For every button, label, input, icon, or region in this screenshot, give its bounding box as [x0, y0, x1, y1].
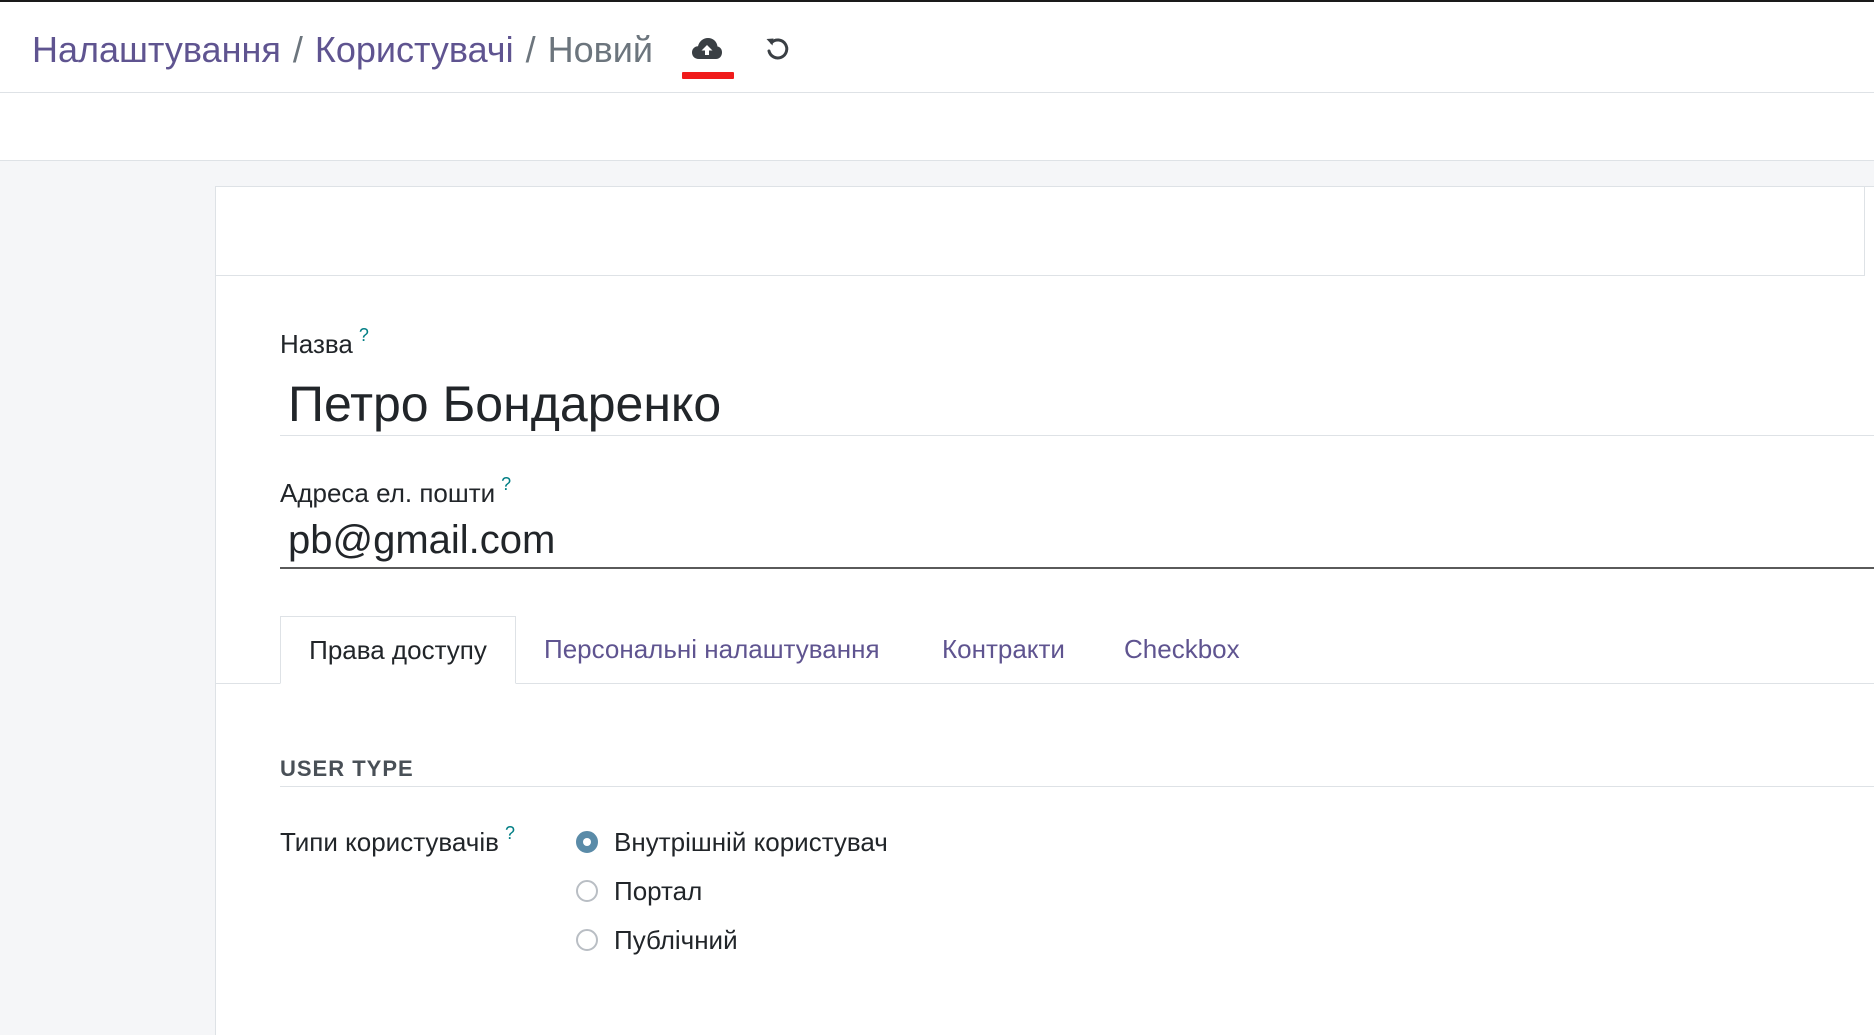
form-tabs: Права доступу Персональні налаштування К… — [216, 616, 1874, 684]
name-input[interactable]: Петро Бондаренко — [280, 365, 1874, 436]
form-sheet: Назва? Петро Бондаренко Адреса ел. пошти… — [215, 186, 1874, 1035]
radio-label: Портал — [614, 876, 703, 906]
radio-label: Внутрішній користувач — [614, 827, 888, 857]
breadcrumb-current: Новий — [547, 29, 653, 70]
tab-contracts[interactable]: Контракти — [942, 616, 1065, 682]
tab-access-rights[interactable]: Права доступу — [280, 616, 516, 684]
user-types-help-icon[interactable]: ? — [505, 823, 515, 843]
breadcrumb-settings-link[interactable]: Налаштування — [32, 29, 281, 70]
breadcrumb: Налаштування / Користувачі / Новий — [32, 28, 653, 72]
email-field[interactable]: pb@gmail.com — [280, 512, 1874, 569]
radio-label: Публічний — [614, 925, 738, 955]
undo-icon — [766, 38, 789, 60]
name-value: Петро Бондаренко — [288, 376, 722, 432]
tab-preferences[interactable]: Персональні налаштування — [544, 616, 880, 682]
user-types-label: Типи користувачів — [280, 827, 499, 857]
email-label: Адреса ел. пошти — [280, 478, 496, 508]
breadcrumb-separator: / — [292, 29, 303, 70]
section-title-user-type: USER TYPE — [280, 756, 414, 781]
form-statusbar — [216, 187, 1865, 276]
radio-unchecked-icon[interactable] — [576, 880, 598, 902]
tab-checkbox[interactable]: Checkbox — [1124, 616, 1240, 682]
breadcrumb-separator: / — [525, 29, 536, 70]
name-help-icon[interactable]: ? — [359, 325, 369, 345]
action-subbar — [0, 93, 1874, 161]
save-indicator-underline — [682, 72, 734, 79]
save-button[interactable] — [682, 32, 734, 80]
control-panel: Налаштування / Користувачі / Новий — [0, 2, 1874, 93]
email-label-wrap: Адреса ел. пошти? — [280, 474, 511, 509]
email-help-icon[interactable]: ? — [501, 474, 511, 494]
email-value: pb@gmail.com — [288, 518, 556, 562]
cloud-upload-icon — [692, 38, 722, 59]
radio-unchecked-icon[interactable] — [576, 929, 598, 951]
name-label-wrap: Назва? — [280, 325, 369, 360]
radio-checked-icon[interactable] — [576, 831, 598, 853]
discard-button[interactable] — [762, 34, 796, 68]
user-types-label-wrap: Типи користувачів? — [280, 823, 515, 858]
name-label: Назва — [280, 329, 353, 359]
breadcrumb-users-link[interactable]: Користувачі — [315, 29, 514, 70]
section-divider — [280, 786, 1874, 787]
